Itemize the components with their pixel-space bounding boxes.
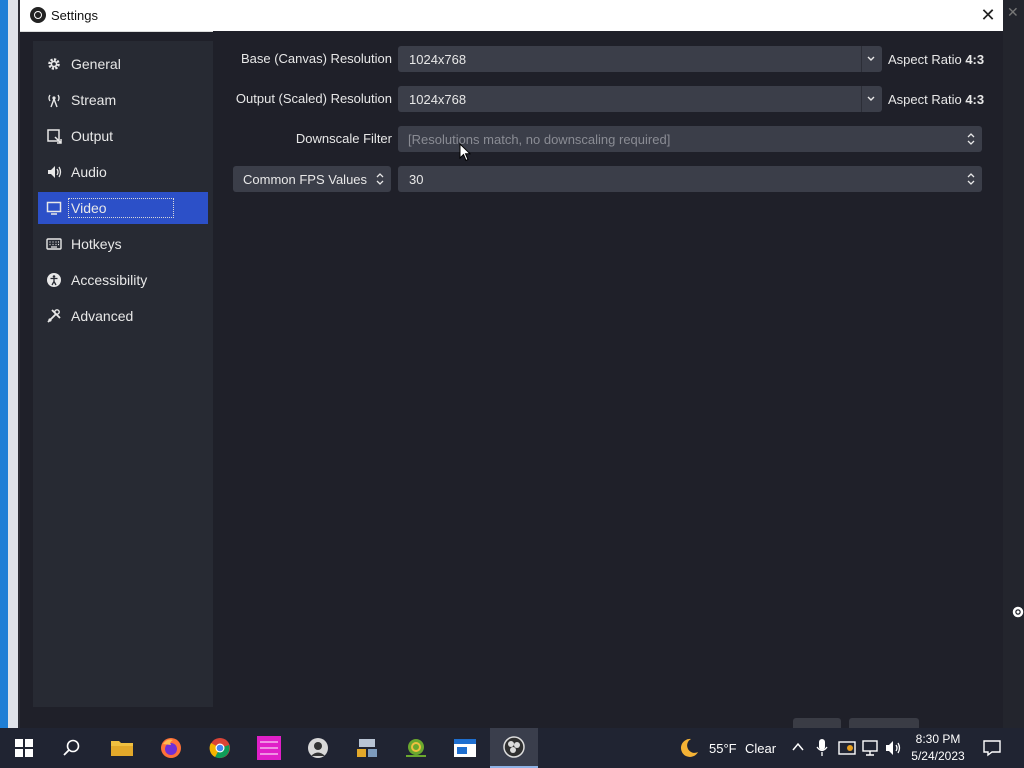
base-resolution-value: 1024x768 <box>409 51 467 67</box>
downscale-filter-select[interactable]: [Resolutions match, no downscaling requi… <box>398 126 982 152</box>
title-bar: Settings ✕ <box>20 0 1003 32</box>
sidebar-item-label: General <box>71 56 121 72</box>
taskbar-snail-app[interactable] <box>392 728 440 768</box>
sidebar-item-advanced[interactable]: Advanced <box>38 300 208 332</box>
moon-weather-icon <box>680 738 698 757</box>
firefox-icon <box>161 738 181 758</box>
base-aspect-value: 4:3 <box>965 52 985 67</box>
taskbar-network-app[interactable] <box>343 728 391 768</box>
taskbar-obs[interactable] <box>490 728 538 768</box>
fps-type-value: Common FPS Values <box>243 171 368 187</box>
taskbar-person-app[interactable] <box>294 728 342 768</box>
base-aspect-ratio: Aspect Ratio 4:3 <box>888 52 984 67</box>
updown-arrows-icon <box>376 173 384 185</box>
taskbar-blue-app[interactable] <box>441 728 489 768</box>
security-icon[interactable] <box>838 739 856 757</box>
separator <box>861 46 862 72</box>
obs-logo-icon <box>30 7 46 23</box>
output-aspect-prefix: Aspect Ratio <box>888 92 962 107</box>
search-icon <box>63 739 80 756</box>
background-gear-icon <box>1012 606 1024 618</box>
clock-date: 5/24/2023 <box>911 749 965 763</box>
background-close-icon: ✕ <box>1007 4 1019 20</box>
sidebar-item-label: Stream <box>71 92 117 108</box>
folder-icon <box>111 741 133 756</box>
sidebar-item-label: Audio <box>71 164 107 180</box>
output-aspect-ratio: Aspect Ratio 4:3 <box>888 92 984 107</box>
gear-icon <box>38 56 66 72</box>
base-aspect-prefix: Aspect Ratio <box>888 52 962 67</box>
weather-condition[interactable]: Clear <box>745 741 776 756</box>
background-window-edge <box>0 0 8 728</box>
sidebar-item-label: Advanced <box>71 308 134 324</box>
sidebar-item-accessibility[interactable]: Accessibility <box>38 264 208 296</box>
antenna-icon <box>38 92 66 108</box>
clock-time: 8:30 PM <box>915 732 961 746</box>
output-icon <box>38 128 66 144</box>
taskbar-chrome[interactable] <box>196 728 244 768</box>
window-app-icon <box>454 739 476 757</box>
background-window-left <box>0 0 18 728</box>
taskbar-clock[interactable]: 8:30 PM 5/24/2023 <box>906 731 970 765</box>
taskbar-pink-app[interactable] <box>245 728 293 768</box>
accessibility-icon <box>38 272 66 288</box>
monitor-icon <box>38 200 66 216</box>
fps-type-select[interactable]: Common FPS Values <box>233 166 391 192</box>
start-button[interactable] <box>0 728 48 768</box>
separator <box>861 86 862 112</box>
downscale-filter-value: [Resolutions match, no downscaling requi… <box>408 131 671 147</box>
chevron-up-icon[interactable] <box>792 742 804 752</box>
video-settings-panel: Base (Canvas) Resolution 1024x768 Aspect… <box>213 31 1003 728</box>
speaker-icon <box>38 164 66 180</box>
taskbar-firefox[interactable] <box>147 728 195 768</box>
sidebar-item-label: Accessibility <box>71 272 148 288</box>
app-tile-icon <box>257 736 281 760</box>
settings-window: Settings ✕ General Stream Output Audio V… <box>20 0 1003 730</box>
background-window-right: ✕ <box>1003 0 1024 728</box>
person-icon <box>308 738 328 758</box>
weather-temperature[interactable]: 55°F <box>709 741 737 756</box>
notifications-icon[interactable] <box>983 739 1001 757</box>
base-resolution-label: Base (Canvas) Resolution <box>240 51 392 66</box>
sidebar-item-audio[interactable]: Audio <box>38 156 208 188</box>
obs-logo-icon <box>503 736 525 758</box>
sidebar-item-label: Output <box>71 128 114 144</box>
updown-arrows-icon <box>967 173 975 185</box>
fps-value-select[interactable]: 30 <box>398 166 982 192</box>
base-resolution-combobox[interactable]: 1024x768 <box>398 46 882 72</box>
network-status-icon[interactable] <box>862 739 880 757</box>
taskbar-file-explorer[interactable] <box>98 728 146 768</box>
settings-sidebar: General Stream Output Audio Video Hotkey… <box>33 41 213 707</box>
search-button[interactable] <box>48 728 96 768</box>
window-title: Settings <box>51 8 98 23</box>
sidebar-item-video[interactable]: Video <box>38 192 208 224</box>
sidebar-item-hotkeys[interactable]: Hotkeys <box>38 228 208 260</box>
updown-arrows-icon <box>967 133 975 145</box>
output-resolution-combobox[interactable]: 1024x768 <box>398 86 882 112</box>
sidebar-item-general[interactable]: General <box>38 48 208 80</box>
fps-value: 30 <box>409 171 424 187</box>
sidebar-item-label: Hotkeys <box>71 236 122 252</box>
tools-icon <box>38 308 66 324</box>
sidebar-item-label: Video <box>68 198 174 218</box>
network-icon <box>357 739 377 757</box>
output-aspect-value: 4:3 <box>965 92 985 107</box>
snail-icon <box>406 739 426 757</box>
chrome-icon <box>209 738 230 759</box>
close-icon: ✕ <box>980 5 996 25</box>
volume-icon[interactable] <box>885 739 903 757</box>
windows-logo-icon <box>15 739 33 757</box>
sidebar-item-output[interactable]: Output <box>38 120 208 152</box>
output-resolution-value: 1024x768 <box>409 91 467 107</box>
keyboard-icon <box>38 236 66 252</box>
chevron-down-icon <box>867 96 875 101</box>
output-resolution-label: Output (Scaled) Resolution <box>235 91 392 106</box>
downscale-filter-label: Downscale Filter <box>295 131 392 146</box>
close-window-button[interactable]: ✕ <box>976 4 1000 26</box>
chevron-down-icon <box>867 56 875 61</box>
taskbar: 55°F Clear 8:30 PM 5/24/2023 <box>0 728 1024 768</box>
microphone-icon[interactable] <box>816 739 828 757</box>
mouse-cursor-icon <box>459 143 471 162</box>
sidebar-item-stream[interactable]: Stream <box>38 84 208 116</box>
